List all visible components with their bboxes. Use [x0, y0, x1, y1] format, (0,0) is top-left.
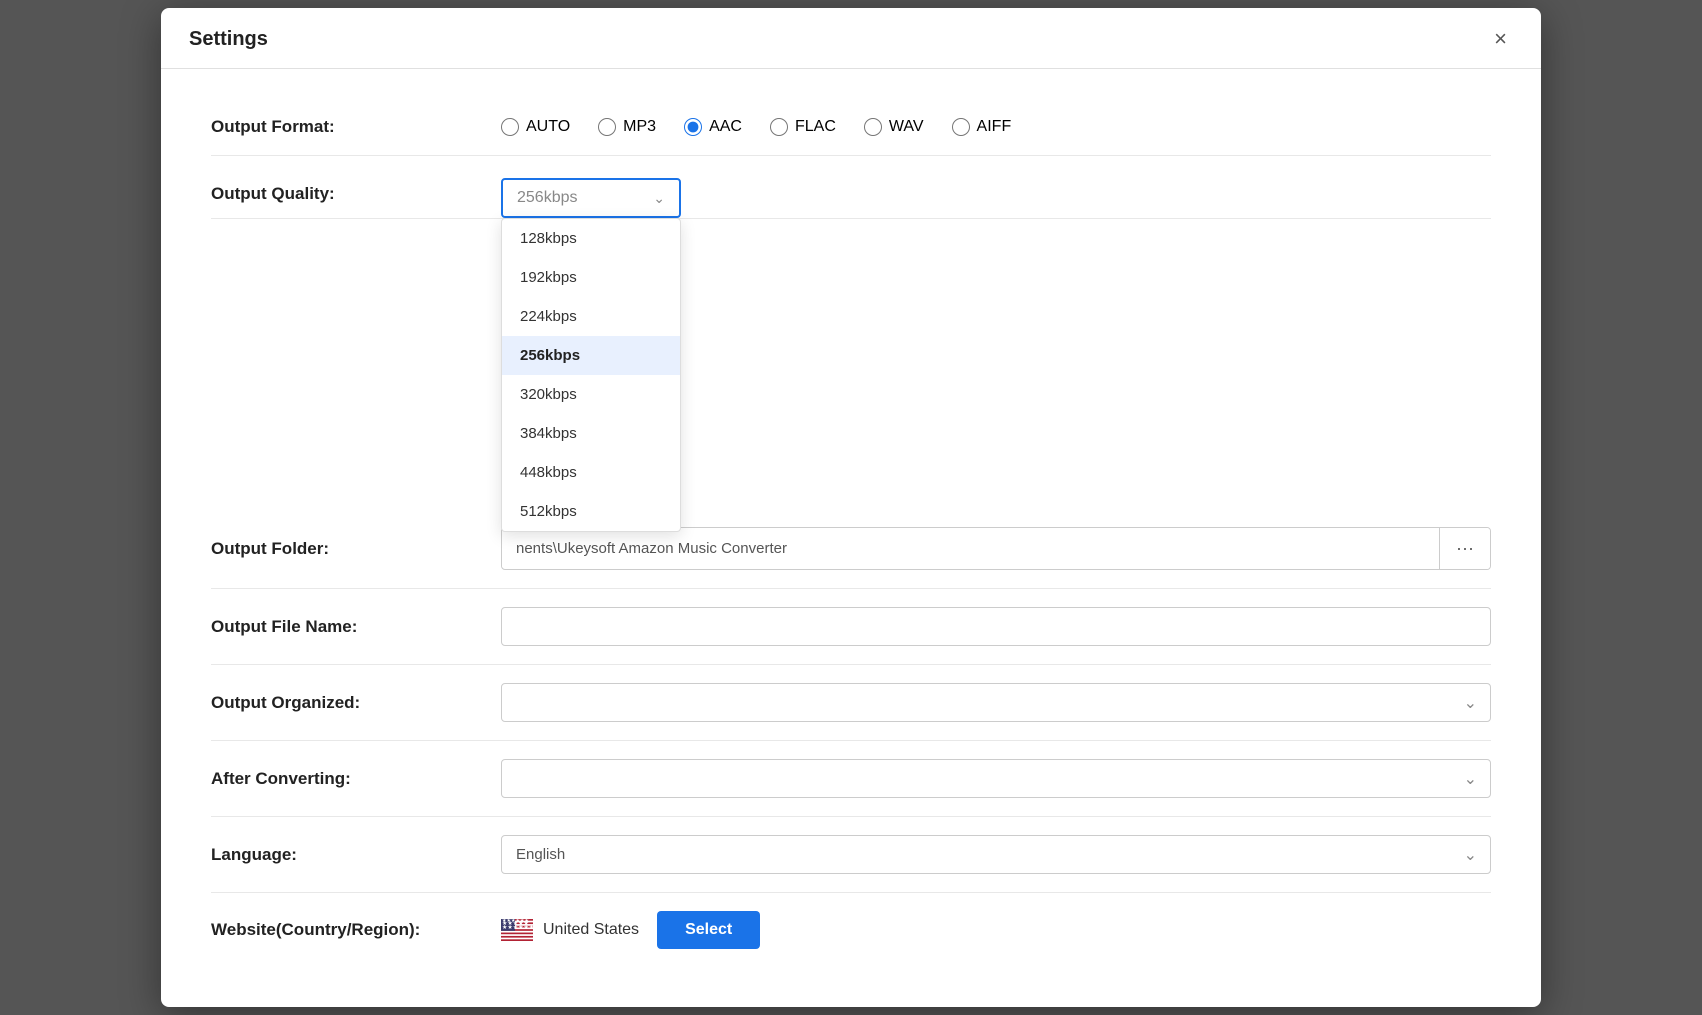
- output-folder-content: ···: [501, 527, 1491, 570]
- format-aiff-label: AIFF: [977, 118, 1012, 136]
- quality-448-option[interactable]: 448kbps: [502, 453, 680, 492]
- website-content: ★★★★★★ ★★★★★ ★★★★★★ United States Select: [501, 911, 1491, 949]
- format-aiff-radio[interactable]: [952, 118, 970, 136]
- quality-selected-value: 256kbps: [517, 189, 578, 207]
- language-select[interactable]: English: [501, 835, 1491, 874]
- quality-dropdown-button[interactable]: 256kbps ⌄: [501, 178, 681, 218]
- website-row: Website(Country/Region): ★★★★★★: [211, 893, 1491, 967]
- output-format-content: AUTO MP3 AAC FLAC: [501, 118, 1491, 136]
- output-quality-label: Output Quality:: [211, 184, 501, 204]
- folder-input-wrapper: ···: [501, 527, 1491, 570]
- folder-browse-button[interactable]: ···: [1439, 528, 1490, 569]
- dialog-body: Output Format: AUTO MP3 AAC: [161, 69, 1541, 1007]
- format-aiff-option[interactable]: AIFF: [952, 118, 1012, 136]
- settings-dialog: Settings × Output Format: AUTO MP3: [161, 8, 1541, 1007]
- after-converting-content: ⌄: [501, 759, 1491, 798]
- format-wav-option[interactable]: WAV: [864, 118, 924, 136]
- dialog-title: Settings: [189, 28, 268, 51]
- quality-192-option[interactable]: 192kbps: [502, 258, 680, 297]
- output-filename-content: [501, 607, 1491, 646]
- after-converting-label: After Converting:: [211, 769, 501, 789]
- format-mp3-radio[interactable]: [598, 118, 616, 136]
- output-folder-label: Output Folder:: [211, 539, 501, 559]
- output-folder-row: Output Folder: ···: [211, 509, 1491, 589]
- format-aac-option[interactable]: AAC: [684, 118, 742, 136]
- language-content: English ⌄: [501, 835, 1491, 874]
- format-flac-option[interactable]: FLAC: [770, 118, 836, 136]
- output-organized-content: ⌄: [501, 683, 1491, 722]
- dropdown-spacer: [211, 219, 1491, 509]
- format-auto-option[interactable]: AUTO: [501, 118, 570, 136]
- chevron-down-icon: ⌄: [653, 190, 665, 207]
- format-auto-radio[interactable]: [501, 118, 519, 136]
- output-organized-row: Output Organized: ⌄: [211, 665, 1491, 741]
- format-aac-label: AAC: [709, 118, 742, 136]
- format-radio-group: AUTO MP3 AAC FLAC: [501, 118, 1011, 136]
- organized-select[interactable]: [501, 683, 1491, 722]
- after-converting-select[interactable]: [501, 759, 1491, 798]
- format-wav-label: WAV: [889, 118, 924, 136]
- format-flac-radio[interactable]: [770, 118, 788, 136]
- close-button[interactable]: ×: [1488, 26, 1513, 52]
- language-row: Language: English ⌄: [211, 817, 1491, 893]
- output-quality-row: Output Quality: 256kbps ⌄ 128kbps 192kbp…: [211, 156, 1491, 219]
- output-quality-content: 256kbps ⌄ 128kbps 192kbps 224kbps 256kbp…: [501, 178, 1491, 218]
- output-filename-row: Output File Name:: [211, 589, 1491, 665]
- quality-256-option[interactable]: 256kbps: [502, 336, 680, 375]
- us-flag-icon: ★★★★★★ ★★★★★ ★★★★★★: [501, 919, 533, 941]
- quality-dropdown-menu: 128kbps 192kbps 224kbps 256kbps 320kbps …: [501, 218, 681, 532]
- quality-224-option[interactable]: 224kbps: [502, 297, 680, 336]
- output-filename-label: Output File Name:: [211, 617, 501, 637]
- format-wav-radio[interactable]: [864, 118, 882, 136]
- quality-320-option[interactable]: 320kbps: [502, 375, 680, 414]
- format-flac-label: FLAC: [795, 118, 836, 136]
- quality-128-option[interactable]: 128kbps: [502, 219, 680, 258]
- format-mp3-option[interactable]: MP3: [598, 118, 656, 136]
- format-mp3-label: MP3: [623, 118, 656, 136]
- svg-text:★★★★★★: ★★★★★★: [502, 919, 529, 924]
- format-auto-label: AUTO: [526, 118, 570, 136]
- after-converting-row: After Converting: ⌄: [211, 741, 1491, 817]
- dialog-header: Settings ×: [161, 8, 1541, 69]
- country-name: United States: [543, 921, 639, 939]
- after-converting-select-wrapper: ⌄: [501, 759, 1491, 798]
- language-select-wrapper: English ⌄: [501, 835, 1491, 874]
- select-country-button[interactable]: Select: [657, 911, 760, 949]
- output-organized-label: Output Organized:: [211, 693, 501, 713]
- quality-dropdown-wrapper: 256kbps ⌄ 128kbps 192kbps 224kbps 256kbp…: [501, 178, 681, 218]
- organized-select-wrapper: ⌄: [501, 683, 1491, 722]
- language-label: Language:: [211, 845, 501, 865]
- filename-input[interactable]: [501, 607, 1491, 646]
- quality-512-option[interactable]: 512kbps: [502, 492, 680, 531]
- output-format-row: Output Format: AUTO MP3 AAC: [211, 99, 1491, 156]
- output-format-label: Output Format:: [211, 117, 501, 137]
- folder-path-input[interactable]: [502, 530, 1439, 567]
- format-aac-radio[interactable]: [684, 118, 702, 136]
- website-label: Website(Country/Region):: [211, 920, 501, 940]
- quality-384-option[interactable]: 384kbps: [502, 414, 680, 453]
